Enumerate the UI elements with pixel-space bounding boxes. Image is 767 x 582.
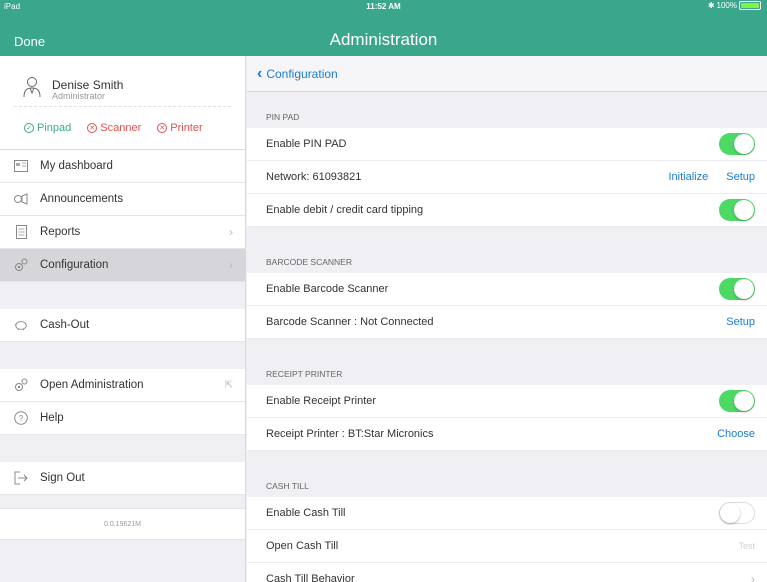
sidebar-item-label: Configuration <box>40 259 109 271</box>
sidebar-item-reports[interactable]: Reports › <box>0 216 245 249</box>
user-profile: Denise Smith Administrator ✓ Pinpad ✕ Sc… <box>0 56 245 150</box>
test-button[interactable]: Test <box>738 541 755 551</box>
x-circle-icon: ✕ <box>87 123 98 133</box>
page-title: Administration <box>329 30 438 49</box>
sidebar-item-label: Sign Out <box>40 472 85 484</box>
section-header-cash-till: CASH TILL <box>266 481 309 491</box>
row-receipt-printer-status: Receipt Printer : BT:Star Micronics Choo… <box>247 418 767 451</box>
sidebar-item-label: Help <box>40 412 64 424</box>
row-label: Enable debit / credit card tipping <box>266 204 424 216</box>
row-enable-pin-pad: Enable PIN PAD <box>247 128 767 161</box>
device-status-printer[interactable]: ✕ Printer <box>157 122 203 134</box>
toggle-enable-cash-till[interactable] <box>719 502 755 524</box>
reports-icon <box>14 225 28 239</box>
admin-group: Open Administration ⇱ ? Help <box>0 369 245 435</box>
row-enable-cash-till: Enable Cash Till <box>247 497 767 530</box>
main-panel: ‹ Configuration PIN PAD Enable PIN PAD N… <box>247 56 767 582</box>
cash-out-group: Cash-Out <box>0 309 245 342</box>
device-label: Printer <box>170 122 203 134</box>
sidebar-item-label: My dashboard <box>40 160 113 172</box>
toggle-enable-barcode-scanner[interactable] <box>719 278 755 300</box>
announcements-icon <box>14 192 28 206</box>
toggle-card-tipping[interactable] <box>719 199 755 221</box>
row-enable-barcode-scanner: Enable Barcode Scanner <box>247 273 767 306</box>
check-circle-icon: ✓ <box>24 123 34 133</box>
sidebar-item-announcements[interactable]: Announcements <box>0 183 245 216</box>
clock: 11:52 AM <box>366 2 401 11</box>
sidebar-menu: My dashboard Announcements Reports › Con… <box>0 150 245 282</box>
chevron-right-icon: › <box>229 258 233 272</box>
row-enable-receipt-printer: Enable Receipt Printer <box>247 385 767 418</box>
pin-pad-setup-button[interactable]: Setup <box>726 171 755 183</box>
chevron-right-icon: › <box>751 572 755 582</box>
toggle-enable-pin-pad[interactable] <box>719 133 755 155</box>
device-label: Pinpad <box>37 122 72 134</box>
sidebar-item-label: Reports <box>40 226 81 238</box>
sidebar-item-help[interactable]: ? Help <box>0 402 245 435</box>
initialize-button[interactable]: Initialize <box>669 171 709 183</box>
row-label: Enable Cash Till <box>266 507 346 519</box>
row-label: Cash Till Behavior <box>266 573 355 582</box>
sidebar-item-open-administration[interactable]: Open Administration ⇱ <box>0 369 245 402</box>
chevron-left-icon: ‹ <box>257 64 263 82</box>
sign-out-group: Sign Out <box>0 462 245 495</box>
choose-printer-button[interactable]: Choose <box>717 428 755 440</box>
help-icon: ? <box>14 411 28 425</box>
row-card-tipping: Enable debit / credit card tipping <box>247 194 767 227</box>
sidebar: Denise Smith Administrator ✓ Pinpad ✕ Sc… <box>0 56 246 582</box>
back-label: Configuration <box>266 66 338 81</box>
row-label: Enable Barcode Scanner <box>266 283 389 295</box>
battery-percent: 100% <box>716 1 737 10</box>
chevron-right-icon: › <box>229 225 233 239</box>
version-label: 0.0.19621M <box>0 508 245 540</box>
piggy-bank-icon <box>14 318 28 332</box>
row-open-cash-till: Open Cash Till Test <box>247 530 767 563</box>
barcode-setup-button[interactable]: Setup <box>726 316 755 328</box>
external-link-icon: ⇱ <box>224 379 233 391</box>
divider <box>14 106 231 107</box>
row-network: Network: 61093821 Initialize Setup <box>247 161 767 194</box>
device-label: Scanner <box>100 122 142 134</box>
user-name: Denise Smith <box>52 78 124 92</box>
bluetooth-icon: ✱ <box>707 1 715 10</box>
toggle-enable-receipt-printer[interactable] <box>719 390 755 412</box>
top-bar: iPad 11:52 AM ✱ 100% Done Administration <box>0 0 767 56</box>
row-label: Enable PIN PAD <box>266 138 347 150</box>
device-status-scanner[interactable]: ✕ Scanner <box>87 122 141 134</box>
sidebar-item-cash-out[interactable]: Cash-Out <box>0 309 245 342</box>
svg-text:?: ? <box>19 414 24 423</box>
row-barcode-status: Barcode Scanner : Not Connected Setup <box>247 306 767 339</box>
row-label: Network: 61093821 <box>266 171 362 183</box>
row-cash-till-behavior[interactable]: Cash Till Behavior › <box>247 563 767 582</box>
section-header-pin-pad: PIN PAD <box>266 112 300 122</box>
battery-indicator: ✱ 100% <box>708 1 761 10</box>
user-avatar-icon <box>23 77 41 98</box>
row-label: Receipt Printer : BT:Star Micronics <box>266 428 434 440</box>
device-status-pinpad[interactable]: ✓ Pinpad <box>24 122 71 134</box>
sidebar-item-label: Cash-Out <box>40 319 90 331</box>
battery-icon <box>739 1 761 10</box>
gear-icon <box>14 258 28 272</box>
dashboard-icon <box>14 159 28 173</box>
status-bar: iPad 11:52 AM ✱ 100% <box>0 0 767 14</box>
row-label: Open Cash Till <box>266 540 339 552</box>
device-status-list: ✓ Pinpad ✕ Scanner ✕ Printer <box>24 122 203 134</box>
sign-out-icon <box>14 471 28 485</box>
gear-icon <box>14 378 28 392</box>
sidebar-item-label: Announcements <box>40 193 124 205</box>
section-header-receipt-printer: RECEIPT PRINTER <box>266 369 343 379</box>
sidebar-item-label: Open Administration <box>40 379 144 391</box>
row-label: Barcode Scanner : Not Connected <box>266 316 434 328</box>
sidebar-item-configuration[interactable]: Configuration › <box>0 249 245 282</box>
row-label: Enable Receipt Printer <box>266 395 377 407</box>
section-header-barcode-scanner: BARCODE SCANNER <box>266 257 352 267</box>
sidebar-item-my-dashboard[interactable]: My dashboard <box>0 150 245 183</box>
sidebar-item-sign-out[interactable]: Sign Out <box>0 462 245 495</box>
user-role: Administrator <box>52 91 106 101</box>
x-circle-icon: ✕ <box>157 123 168 133</box>
back-button[interactable]: ‹ Configuration <box>247 56 767 92</box>
